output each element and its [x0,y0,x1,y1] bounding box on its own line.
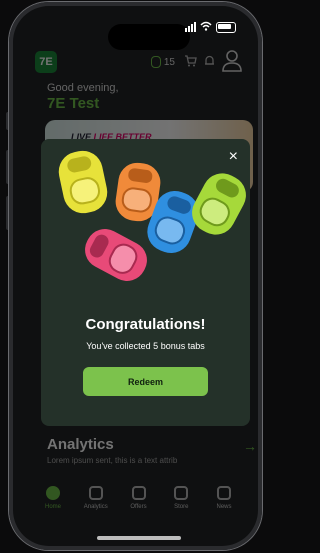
nav-label: Analytics [83,504,108,510]
user-name: 7E Test [47,95,100,112]
nav-label: Home [44,504,61,510]
home-indicator[interactable] [97,536,181,540]
home-icon [46,486,60,500]
nav-item-analytics[interactable]: Analytics [76,486,116,526]
tabs-count-value: 15 [163,56,175,68]
lime-tab-icon [192,173,246,235]
analytics-title: Analytics [47,436,114,453]
nav-label: Store [174,504,189,510]
news-icon [217,486,231,500]
bonus-tabs-modal: × Congratulations! You've collected 5 bo… [41,139,250,426]
offers-icon [131,486,146,500]
pink-tab-icon [85,229,147,281]
redeem-button[interactable]: Redeem [83,367,208,396]
greeting-text: Good evening, [47,82,119,94]
tabs-counter[interactable]: 15 [150,49,242,75]
nav-label: Offers [130,504,147,510]
close-icon[interactable]: × [229,149,238,165]
yellow-tab-icon [58,150,108,214]
cart-icon[interactable] [184,54,197,70]
nav-item-offers[interactable]: Offers [119,486,159,526]
nav-item-news[interactable]: News [204,486,244,526]
bell-icon[interactable] [204,55,215,70]
profile-icon[interactable] [222,49,242,75]
nav-label: News [216,504,232,510]
bottom-nav: Home Analytics Offers Store News [33,486,244,526]
analytics-subtitle: Lorem ipsum sent, this is a text attrib [47,456,178,465]
modal-message: You've collected 5 bonus tabs [86,341,205,351]
analytics-icon [88,486,103,500]
top-bar: 7E 15 [35,47,242,77]
logo-icon: 7E [35,51,57,73]
tab-icon [150,56,161,68]
modal-title: Congratulations! [85,316,206,333]
store-icon [174,486,189,500]
nav-item-store[interactable]: Store [161,486,201,526]
arrow-right-icon[interactable]: → [243,438,257,454]
nav-item-home[interactable]: Home [33,486,73,526]
